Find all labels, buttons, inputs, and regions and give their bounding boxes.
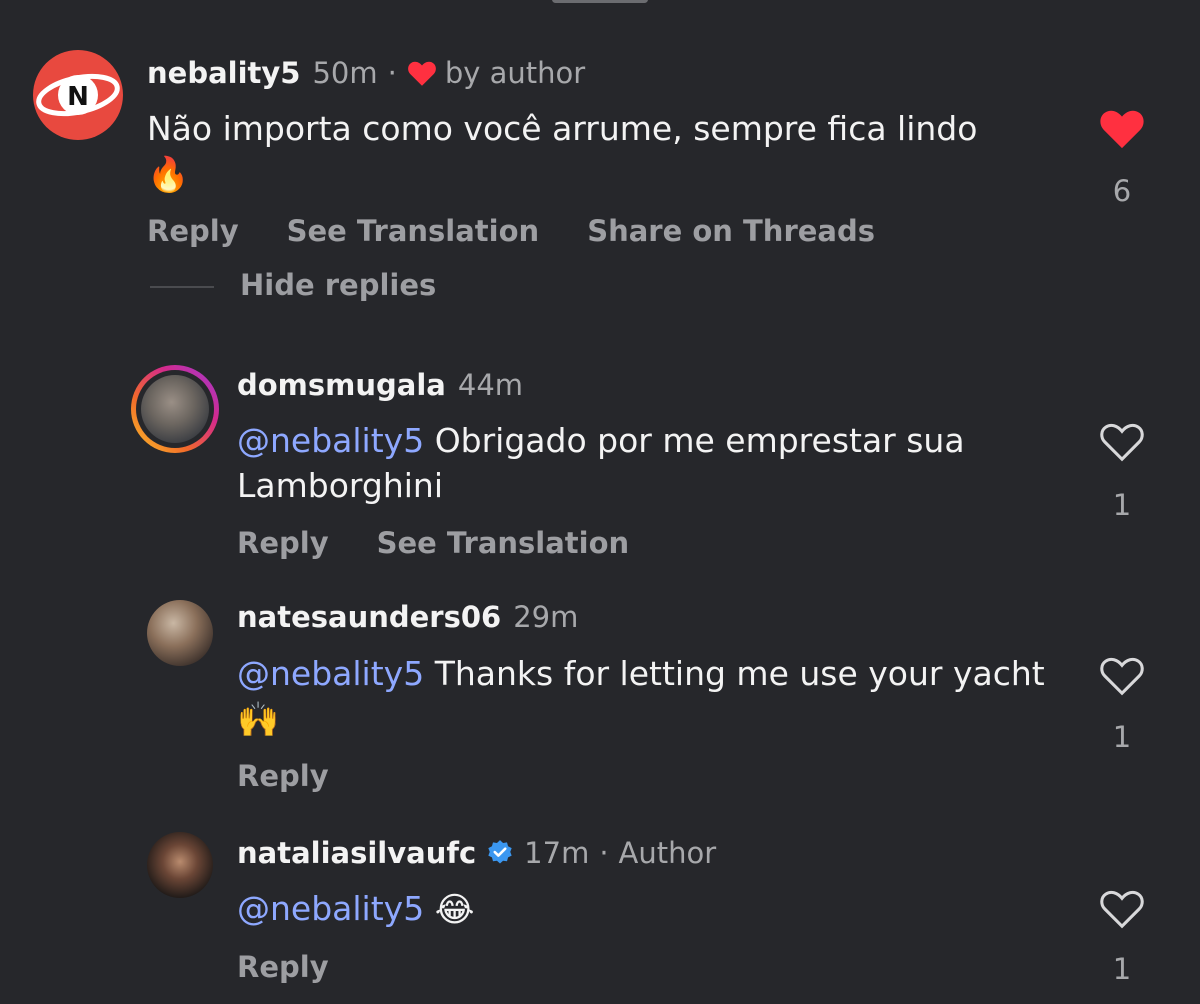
avatar[interactable] (147, 600, 213, 666)
like-count: 6 (1112, 174, 1132, 208)
timestamp: 44m (457, 368, 524, 402)
heart-outline-icon (1100, 657, 1144, 696)
reply-button[interactable]: Reply (147, 214, 239, 248)
timestamp: 50m (312, 56, 378, 90)
avatar[interactable]: N (33, 50, 123, 140)
username[interactable]: domsmugala (237, 368, 446, 402)
divider (150, 286, 214, 288)
like-button[interactable] (1099, 888, 1145, 930)
avatar[interactable] (131, 365, 219, 453)
separator: · (599, 836, 609, 870)
separator: · (387, 56, 397, 90)
comment-text: Não importa como você arrume, sempre fic… (147, 109, 978, 148)
like-button[interactable] (1099, 655, 1145, 697)
mention-link[interactable]: @nebality5 (237, 889, 424, 928)
see-translation-button[interactable]: See Translation (287, 214, 540, 248)
like-count: 1 (1112, 488, 1132, 522)
heart-filled-icon (1100, 110, 1144, 149)
reply-button[interactable]: Reply (237, 526, 329, 560)
liked-by-author-label: by author (444, 56, 586, 90)
like-count: 1 (1112, 952, 1132, 986)
reply-button[interactable]: Reply (237, 759, 329, 793)
fire-emoji: 🔥 (147, 155, 190, 195)
avatar[interactable] (147, 832, 213, 898)
like-button[interactable] (1099, 108, 1145, 150)
heart-outline-icon (1100, 890, 1144, 929)
like-button[interactable] (1099, 421, 1145, 463)
username[interactable]: nebality5 (147, 56, 300, 90)
sheet-drag-handle[interactable] (552, 0, 648, 3)
hide-replies-button[interactable]: Hide replies (240, 268, 436, 302)
reply-button[interactable]: Reply (237, 950, 329, 984)
raised-hands-emoji: 🙌 (237, 700, 280, 740)
author-label: Author (618, 836, 717, 870)
mention-link[interactable]: @nebality5 (237, 421, 424, 460)
timestamp: 17m (524, 836, 590, 870)
see-translation-button[interactable]: See Translation (377, 526, 630, 560)
joy-emoji: 😂 (434, 890, 475, 930)
comment-text-block: Não importa como você arrume, sempre fic… (147, 106, 997, 198)
mention-link[interactable]: @nebality5 (237, 654, 424, 693)
svg-text:N: N (67, 82, 89, 112)
like-count: 1 (1112, 720, 1132, 754)
heart-icon (407, 60, 437, 87)
comment-text: Thanks for letting me use your yacht (424, 654, 1045, 693)
username[interactable]: nataliasilvaufc (237, 836, 476, 870)
comment-text-block: @nebality5 Obrigado por me emprestar sua… (237, 418, 1057, 508)
verified-badge-icon (486, 839, 514, 867)
username[interactable]: natesaunders06 (237, 600, 501, 634)
timestamp: 29m (513, 600, 579, 634)
comment-text-block: @nebality5 Thanks for letting me use you… (237, 651, 1057, 743)
share-on-threads-button[interactable]: Share on Threads (587, 214, 875, 248)
comment-text-block: @nebality5 😂 (237, 886, 1057, 933)
heart-outline-icon (1100, 423, 1144, 462)
